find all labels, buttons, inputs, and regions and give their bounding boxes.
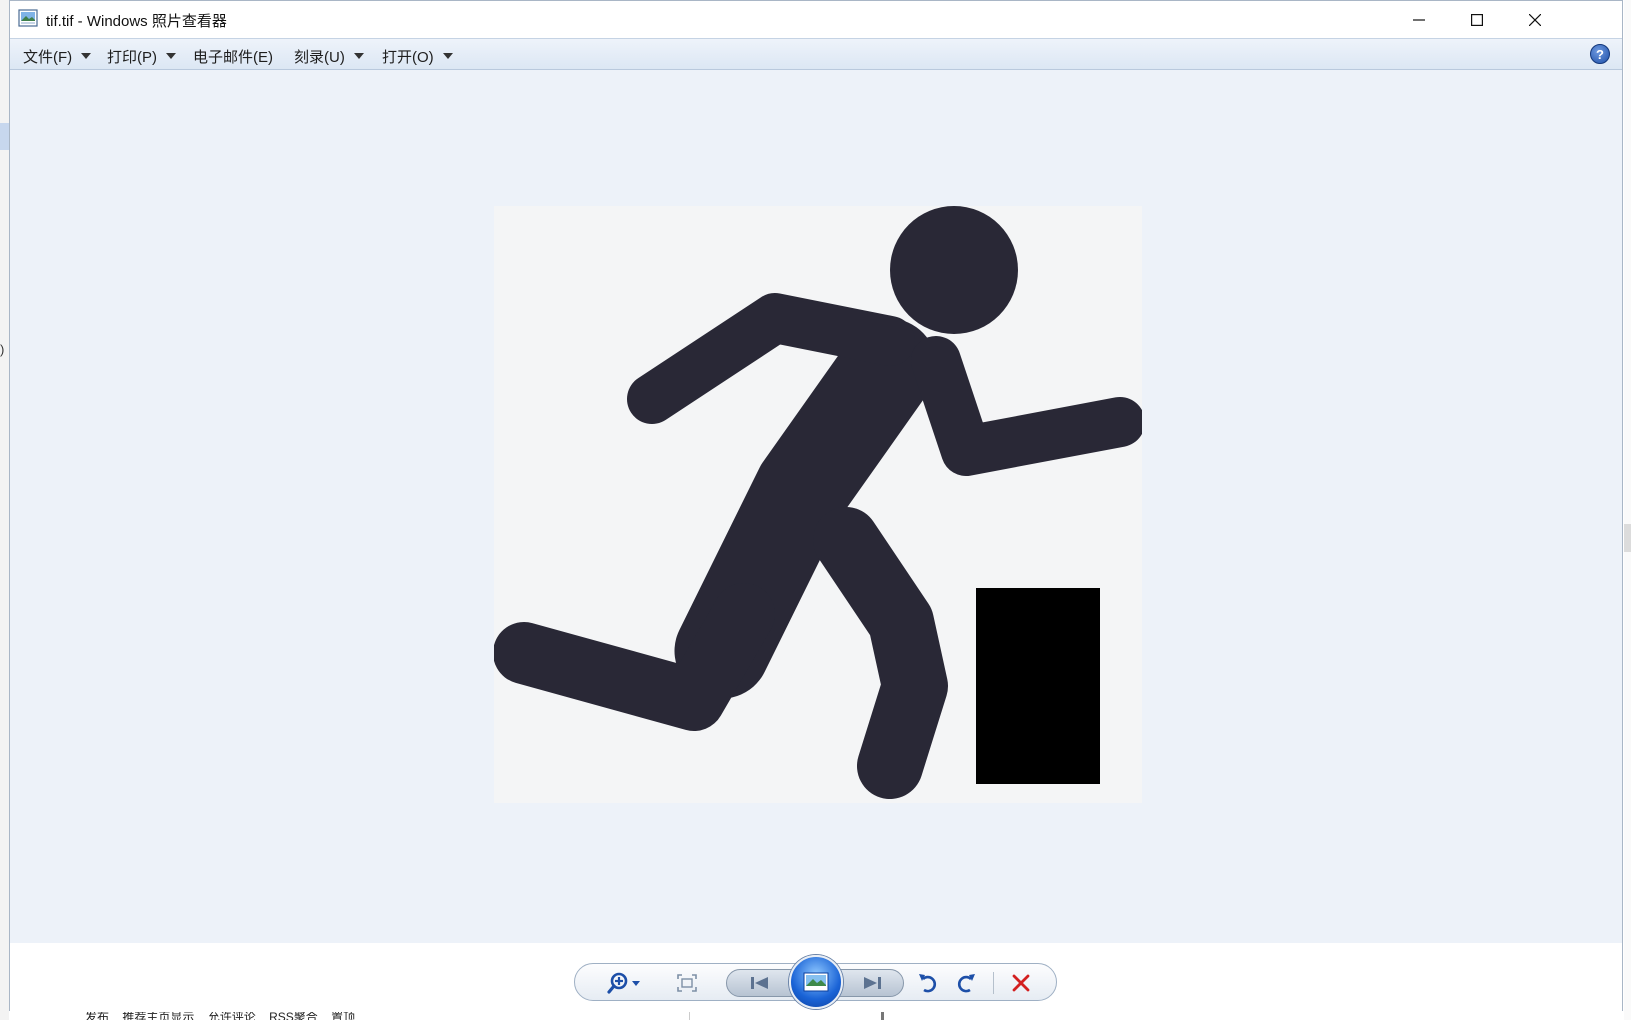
minimize-icon xyxy=(1413,18,1425,21)
background-selected-row xyxy=(0,123,9,150)
background-app-left-edge: ) xyxy=(0,0,9,1020)
background-highlight xyxy=(1624,524,1631,552)
toolbar-separator xyxy=(993,972,994,994)
rotate-clockwise-button[interactable] xyxy=(949,964,983,1002)
background-app-bottom-strip: 发布 推荐主页显示 允许评论 RSS聚合 置顶 xyxy=(9,1011,1624,1020)
black-rectangle xyxy=(976,588,1100,784)
menu-open[interactable]: 打开(O) xyxy=(382,46,453,67)
menu-print[interactable]: 打印(P) xyxy=(107,46,176,67)
figure-back-leg xyxy=(494,583,775,731)
background-option: RSS聚合 xyxy=(269,1011,318,1020)
photo-viewer-app-icon xyxy=(18,9,38,27)
menu-email[interactable]: 电子邮件(E) xyxy=(193,46,273,67)
background-app-right-edge xyxy=(1624,0,1631,1020)
rotate-clockwise-icon xyxy=(957,974,975,993)
chevron-down-icon xyxy=(442,53,453,59)
figure-head xyxy=(890,206,1018,334)
menu-open-label: 打开(O) xyxy=(382,49,434,66)
window-title: tif.tif - Windows 照片查看器 xyxy=(46,13,227,30)
viewer-toolbar xyxy=(574,955,1057,1009)
menu-burn-label: 刻录(U) xyxy=(294,49,345,66)
menu-print-label: 打印(P) xyxy=(107,49,157,66)
background-option: 推荐主页显示 xyxy=(122,1011,195,1020)
close-icon xyxy=(1529,13,1541,26)
figure-front-leg xyxy=(813,507,948,799)
chevron-down-icon xyxy=(353,53,364,59)
help-button[interactable]: ? xyxy=(1590,44,1610,64)
actual-size-button[interactable] xyxy=(669,964,705,1002)
previous-icon xyxy=(751,977,768,989)
chevron-down-icon xyxy=(166,53,176,59)
background-divider xyxy=(881,1011,884,1020)
background-option: 发布 xyxy=(85,1011,110,1020)
menu-file-label: 文件(F) xyxy=(23,49,73,66)
slideshow-button[interactable] xyxy=(789,955,843,1009)
zoom-icon xyxy=(607,972,640,994)
minimize-button[interactable] xyxy=(1390,1,1448,38)
rotate-counterclockwise-button[interactable] xyxy=(911,964,945,1002)
zoom-button[interactable] xyxy=(599,964,655,1002)
close-button[interactable] xyxy=(1506,1,1564,38)
bottom-bar xyxy=(10,943,1622,1012)
title-bar[interactable]: tif.tif - Windows 照片查看器 xyxy=(10,1,1622,38)
photo-viewer-window: tif.tif - Windows 照片查看器 文件(F) 打印(P) 电子邮件… xyxy=(9,0,1623,1012)
background-divider xyxy=(689,1011,690,1020)
next-button[interactable] xyxy=(850,964,894,1002)
maximize-icon xyxy=(1471,13,1483,26)
background-glyph: ) xyxy=(0,342,5,357)
background-options-row: 发布 推荐主页显示 允许评论 RSS聚合 置顶 xyxy=(85,1011,365,1020)
menu-email-label: 电子邮件(E) xyxy=(193,49,273,66)
image-viewport xyxy=(10,70,1622,943)
running-figure-image xyxy=(494,206,1142,799)
background-option: 允许评论 xyxy=(207,1011,256,1020)
displayed-image xyxy=(494,206,1142,803)
menu-bar: 文件(F) 打印(P) 电子邮件(E) 刻录(U) 打开(O) ? xyxy=(10,38,1622,70)
actual-size-icon xyxy=(677,974,697,992)
slideshow-icon xyxy=(803,972,829,992)
chevron-down-icon xyxy=(81,53,92,59)
maximize-button[interactable] xyxy=(1448,1,1506,38)
menu-burn[interactable]: 刻录(U) xyxy=(294,46,364,67)
delete-button[interactable] xyxy=(1001,964,1041,1002)
background-option: 置顶 xyxy=(331,1011,356,1020)
figure-front-arm xyxy=(911,336,1142,476)
rotate-counterclockwise-icon xyxy=(919,974,937,993)
delete-icon xyxy=(1012,974,1030,992)
next-icon xyxy=(864,977,881,989)
previous-button[interactable] xyxy=(738,964,782,1002)
menu-file[interactable]: 文件(F) xyxy=(23,46,92,67)
